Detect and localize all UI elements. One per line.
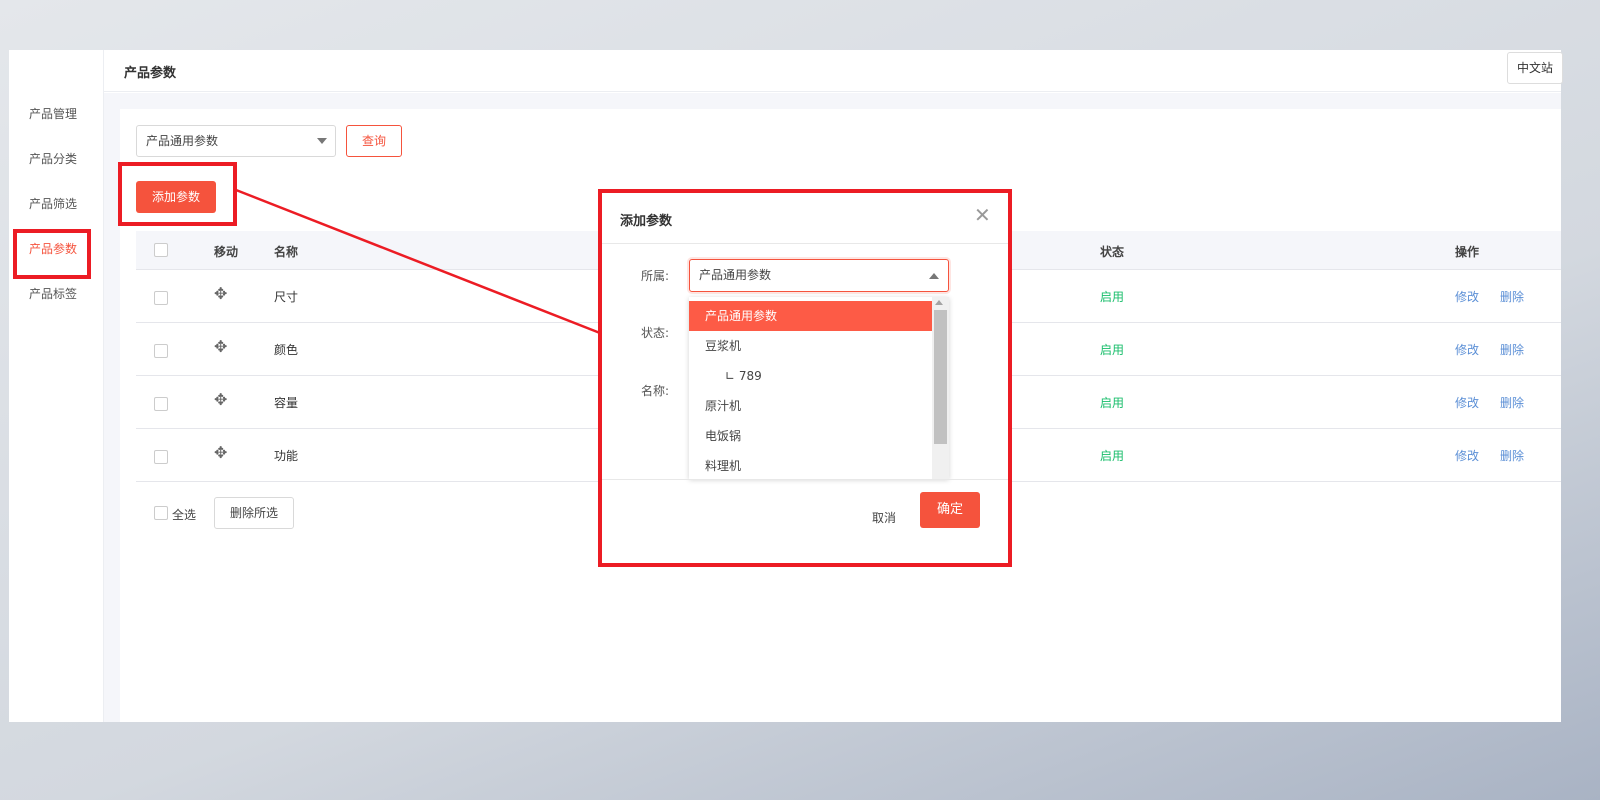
dropdown-option[interactable]: 豆浆机	[689, 331, 932, 361]
dropdown-option[interactable]: 原汁机	[689, 391, 932, 421]
add-param-modal: 添加参数 ✕ 所属: 状态: 名称: 产品通用参数 产品通用参数 豆浆机 ∟ 7…	[598, 189, 1012, 567]
dropdown-option[interactable]: 电饭锅	[689, 421, 932, 451]
belongs-select[interactable]: 产品通用参数	[689, 259, 949, 292]
status-label: 状态:	[641, 326, 670, 340]
name-label: 名称:	[641, 384, 670, 398]
scrollbar-thumb[interactable]	[934, 310, 947, 444]
dropdown-option[interactable]: 产品通用参数	[689, 301, 932, 331]
modal-footer-divider	[602, 479, 1008, 480]
belongs-dropdown: 产品通用参数 豆浆机 ∟ 789 原汁机 电饭锅 料理机	[689, 297, 949, 479]
cancel-button[interactable]: 取消	[872, 509, 896, 526]
confirm-button[interactable]: 确定	[920, 492, 980, 528]
modal-header: 添加参数 ✕	[602, 193, 1008, 244]
select-value: 产品通用参数	[699, 268, 772, 282]
scroll-up-icon[interactable]	[935, 300, 943, 305]
dropdown-option[interactable]: 料理机	[689, 451, 932, 479]
caret-up-icon	[929, 273, 939, 279]
close-icon[interactable]: ✕	[974, 205, 991, 225]
belongs-label: 所属:	[641, 269, 670, 283]
dropdown-option[interactable]: ∟ 789	[689, 361, 932, 391]
modal-title: 添加参数	[620, 214, 673, 229]
